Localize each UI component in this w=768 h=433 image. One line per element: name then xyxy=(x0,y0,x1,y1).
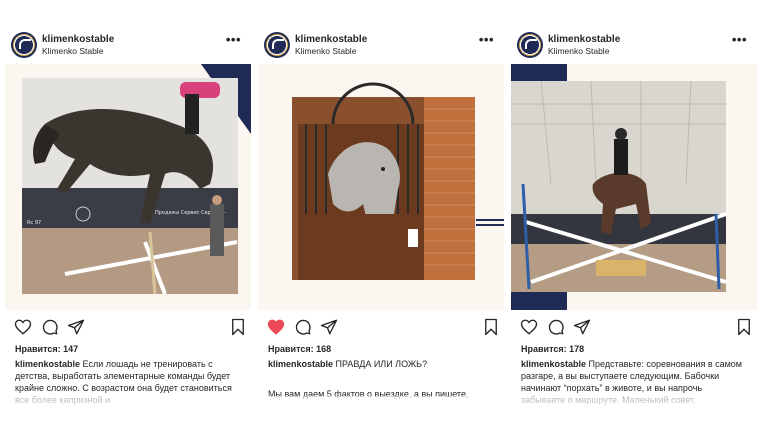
post-photo[interactable] xyxy=(258,64,504,310)
arena-sign: Rc 97 xyxy=(27,220,41,226)
indoor-arena-photo xyxy=(511,64,757,310)
bookmark-icon[interactable] xyxy=(482,318,500,336)
likes-count[interactable]: Нравится: 147 xyxy=(15,344,78,354)
username[interactable]: klimenkostable xyxy=(295,34,367,45)
share-icon[interactable] xyxy=(67,318,85,336)
bookmark-icon[interactable] xyxy=(735,318,753,336)
caption-username[interactable]: klimenkostable xyxy=(268,359,333,369)
post-actions xyxy=(511,318,757,340)
post-header: klimenkostable Klimenko Stable ••• xyxy=(258,26,504,64)
caption-username[interactable]: klimenkostable xyxy=(15,359,80,369)
post-actions xyxy=(5,318,251,340)
heart-icon[interactable] xyxy=(520,318,538,336)
more-dots-icon[interactable]: ••• xyxy=(732,32,747,47)
bottom-fade-overlay xyxy=(0,396,768,433)
horse-stall-photo xyxy=(258,64,504,310)
comment-icon[interactable] xyxy=(41,318,59,336)
post-card: klimenkostable Klimenko Stable ••• Нрави… xyxy=(258,26,504,406)
post-photo[interactable] xyxy=(511,64,757,310)
post-photo[interactable]: Продажа Сервис Сервис 3- Rc 97 xyxy=(5,64,251,310)
comment-icon[interactable] xyxy=(547,318,565,336)
caption-username[interactable]: klimenkostable xyxy=(521,359,586,369)
post-card: klimenkostable Klimenko Stable ••• Нрави… xyxy=(511,26,757,406)
heart-icon[interactable] xyxy=(14,318,32,336)
username[interactable]: klimenkostable xyxy=(42,34,114,45)
account-subtitle: Klimenko Stable xyxy=(295,46,357,56)
account-subtitle: Klimenko Stable xyxy=(42,46,104,56)
post-card: klimenkostable Klimenko Stable ••• Прода… xyxy=(5,26,251,406)
username[interactable]: klimenkostable xyxy=(548,34,620,45)
horse-jumping-photo: Продажа Сервис Сервис 3- Rc 97 xyxy=(5,64,251,310)
avatar[interactable] xyxy=(264,32,290,58)
more-dots-icon[interactable]: ••• xyxy=(479,32,494,47)
post-actions xyxy=(258,318,504,340)
share-icon[interactable] xyxy=(320,318,338,336)
avatar[interactable] xyxy=(517,32,543,58)
likes-count[interactable]: Нравится: 168 xyxy=(268,344,331,354)
post-caption: klimenkostable ПРАВДА ИЛИ ЛОЖЬ? xyxy=(268,358,490,370)
likes-count[interactable]: Нравится: 178 xyxy=(521,344,584,354)
comment-icon[interactable] xyxy=(294,318,312,336)
post-header: klimenkostable Klimenko Stable ••• xyxy=(5,26,251,64)
avatar[interactable] xyxy=(11,32,37,58)
more-dots-icon[interactable]: ••• xyxy=(226,32,241,47)
post-header: klimenkostable Klimenko Stable ••• xyxy=(511,26,757,64)
heart-filled-icon[interactable] xyxy=(267,318,285,336)
share-icon[interactable] xyxy=(573,318,591,336)
account-subtitle: Klimenko Stable xyxy=(548,46,610,56)
caption-text: ПРАВДА ИЛИ ЛОЖЬ? xyxy=(335,359,428,369)
bookmark-icon[interactable] xyxy=(229,318,247,336)
